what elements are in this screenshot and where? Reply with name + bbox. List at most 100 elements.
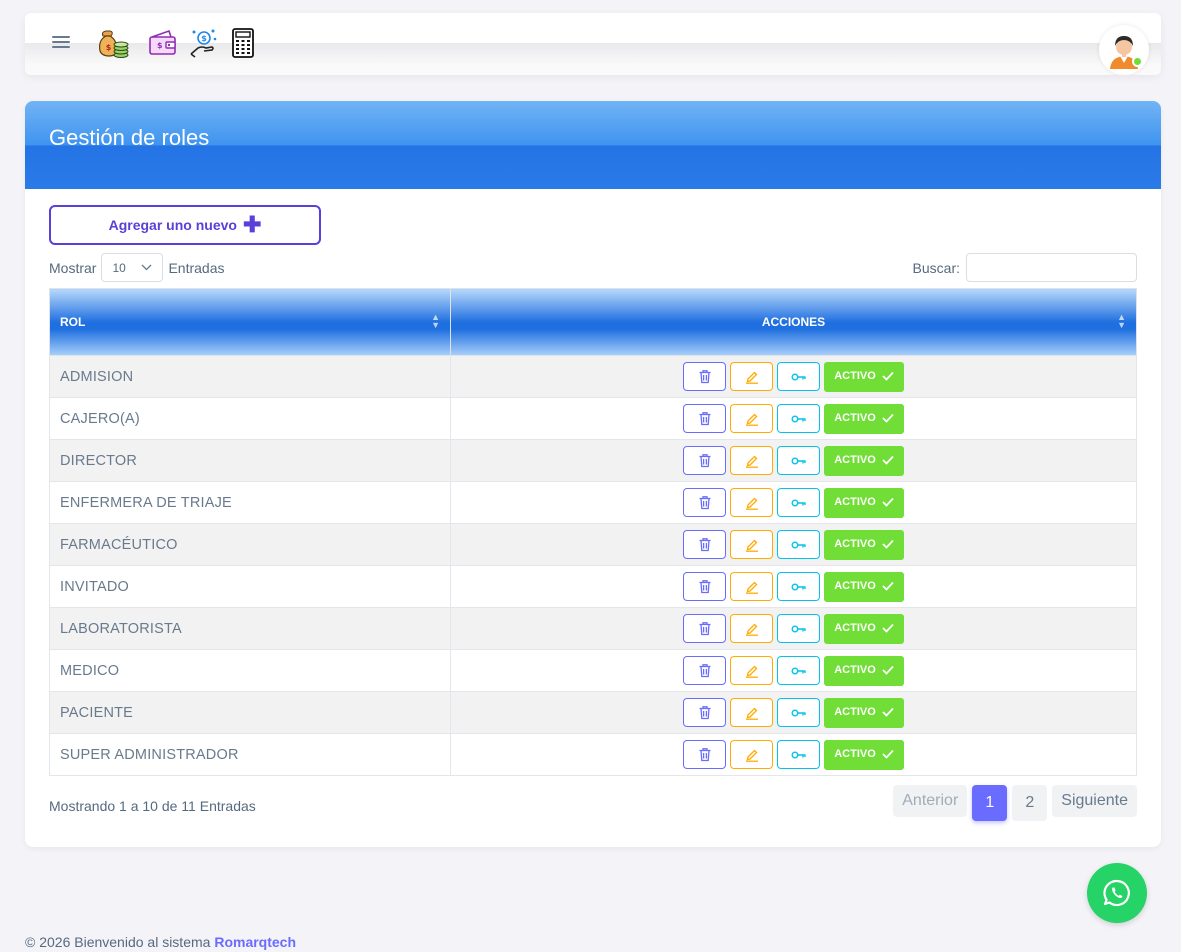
- status-label: ACTIVO: [834, 453, 876, 466]
- status-toggle-button[interactable]: ACTIVO: [824, 697, 904, 728]
- column-header-acciones[interactable]: ACCIONES ▲ ▼: [450, 288, 1137, 356]
- page-1-button[interactable]: 1: [972, 785, 1008, 821]
- status-label: ACTIVO: [834, 495, 876, 508]
- status-label: ACTIVO: [834, 579, 876, 592]
- online-status-dot: [1132, 56, 1143, 67]
- key-icon: [791, 582, 807, 592]
- table-row: ADMISION ACTIVO: [49, 355, 1137, 398]
- footer: © 2026 Bienvenido al sistema Romarqtech: [25, 934, 296, 950]
- status-toggle-button[interactable]: ACTIVO: [824, 655, 904, 686]
- delete-button[interactable]: [683, 614, 726, 643]
- permissions-button[interactable]: [777, 740, 820, 769]
- payment-hand-icon[interactable]: $: [188, 28, 220, 58]
- edit-button[interactable]: [730, 614, 773, 643]
- column-header-acciones-label: ACCIONES: [761, 315, 826, 329]
- role-name-cell: MEDICO: [49, 649, 451, 692]
- entries-select[interactable]: 10: [101, 253, 164, 282]
- edit-button[interactable]: [730, 656, 773, 685]
- status-label: ACTIVO: [834, 663, 876, 676]
- permissions-button[interactable]: [777, 656, 820, 685]
- menu-icon[interactable]: [52, 36, 70, 51]
- actions-cell: ACTIVO: [450, 397, 1137, 440]
- key-icon: [791, 498, 807, 508]
- trash-icon: [698, 411, 712, 426]
- footer-text: © 2026 Bienvenido al sistema: [25, 934, 211, 950]
- actions-cell: ACTIVO: [450, 565, 1137, 608]
- status-toggle-button[interactable]: ACTIVO: [824, 361, 904, 392]
- search-box: Buscar:: [913, 253, 1137, 282]
- edit-button[interactable]: [730, 698, 773, 727]
- delete-button[interactable]: [683, 740, 726, 769]
- edit-button[interactable]: [730, 740, 773, 769]
- status-toggle-button[interactable]: ACTIVO: [824, 739, 904, 770]
- status-toggle-button[interactable]: ACTIVO: [824, 487, 904, 518]
- calculator-icon[interactable]: [227, 28, 259, 58]
- status-toggle-button[interactable]: ACTIVO: [824, 571, 904, 602]
- trash-icon: [698, 453, 712, 468]
- check-icon: [882, 455, 894, 465]
- actions-cell: ACTIVO: [450, 481, 1137, 524]
- status-toggle-button[interactable]: ACTIVO: [824, 529, 904, 560]
- table-row: LABORATORISTA ACTIVO: [49, 607, 1137, 650]
- edit-button[interactable]: [730, 572, 773, 601]
- delete-button[interactable]: [683, 404, 726, 433]
- edit-button[interactable]: [730, 530, 773, 559]
- footer-brand-link[interactable]: Romarqtech: [214, 934, 296, 950]
- status-label: ACTIVO: [834, 369, 876, 382]
- role-name-cell: SUPER ADMINISTRADOR: [49, 733, 451, 776]
- permissions-button[interactable]: [777, 362, 820, 391]
- edit-button[interactable]: [730, 488, 773, 517]
- money-bags-icon[interactable]: $: [97, 28, 129, 58]
- status-label: ACTIVO: [834, 705, 876, 718]
- search-input[interactable]: [966, 253, 1137, 282]
- delete-button[interactable]: [683, 698, 726, 727]
- pagination: Anterior 1 2 Siguiente: [893, 785, 1137, 821]
- trash-icon: [698, 537, 712, 552]
- check-icon: [882, 581, 894, 591]
- delete-button[interactable]: [683, 572, 726, 601]
- status-toggle-button[interactable]: ACTIVO: [824, 613, 904, 644]
- permissions-button[interactable]: [777, 488, 820, 517]
- permissions-button[interactable]: [777, 404, 820, 433]
- key-icon: [791, 708, 807, 718]
- delete-button[interactable]: [683, 446, 726, 475]
- pencil-icon: [745, 580, 759, 594]
- delete-button[interactable]: [683, 362, 726, 391]
- key-icon: [791, 540, 807, 550]
- delete-button[interactable]: [683, 656, 726, 685]
- delete-button[interactable]: [683, 530, 726, 559]
- table-info: Mostrando 1 a 10 de 11 Entradas: [49, 798, 256, 814]
- search-label: Buscar:: [912, 259, 960, 276]
- prev-page-button[interactable]: Anterior: [893, 785, 968, 817]
- sort-icon: ▲ ▼: [1117, 312, 1126, 330]
- status-label: ACTIVO: [834, 537, 876, 550]
- pencil-icon: [745, 370, 759, 384]
- permissions-button[interactable]: [777, 698, 820, 727]
- delete-button[interactable]: [683, 488, 726, 517]
- permissions-button[interactable]: [777, 446, 820, 475]
- check-icon: [882, 623, 894, 633]
- edit-button[interactable]: [730, 404, 773, 433]
- user-avatar[interactable]: [1099, 25, 1149, 75]
- trash-icon: [698, 747, 712, 762]
- status-toggle-button[interactable]: ACTIVO: [824, 445, 904, 476]
- edit-button[interactable]: [730, 446, 773, 475]
- role-name-cell: CAJERO(A): [49, 397, 451, 440]
- permissions-button[interactable]: [777, 614, 820, 643]
- page-2-button[interactable]: 2: [1012, 785, 1048, 821]
- roles-card: Gestión de roles Agregar uno nuevo ✚ Mos…: [25, 101, 1161, 847]
- next-page-button[interactable]: Siguiente: [1052, 785, 1137, 817]
- whatsapp-button[interactable]: [1087, 863, 1147, 923]
- length-suffix: Entradas: [168, 259, 225, 276]
- status-toggle-button[interactable]: ACTIVO: [824, 403, 904, 434]
- permissions-button[interactable]: [777, 572, 820, 601]
- role-name-cell: LABORATORISTA: [49, 607, 451, 650]
- trash-icon: [698, 705, 712, 720]
- table-row: MEDICO ACTIVO: [49, 649, 1137, 692]
- column-header-rol[interactable]: ROL ▲ ▼: [49, 288, 451, 356]
- permissions-button[interactable]: [777, 530, 820, 559]
- add-new-button[interactable]: Agregar uno nuevo ✚: [49, 205, 321, 245]
- pencil-icon: [745, 706, 759, 720]
- wallet-icon[interactable]: $: [147, 28, 179, 58]
- edit-button[interactable]: [730, 362, 773, 391]
